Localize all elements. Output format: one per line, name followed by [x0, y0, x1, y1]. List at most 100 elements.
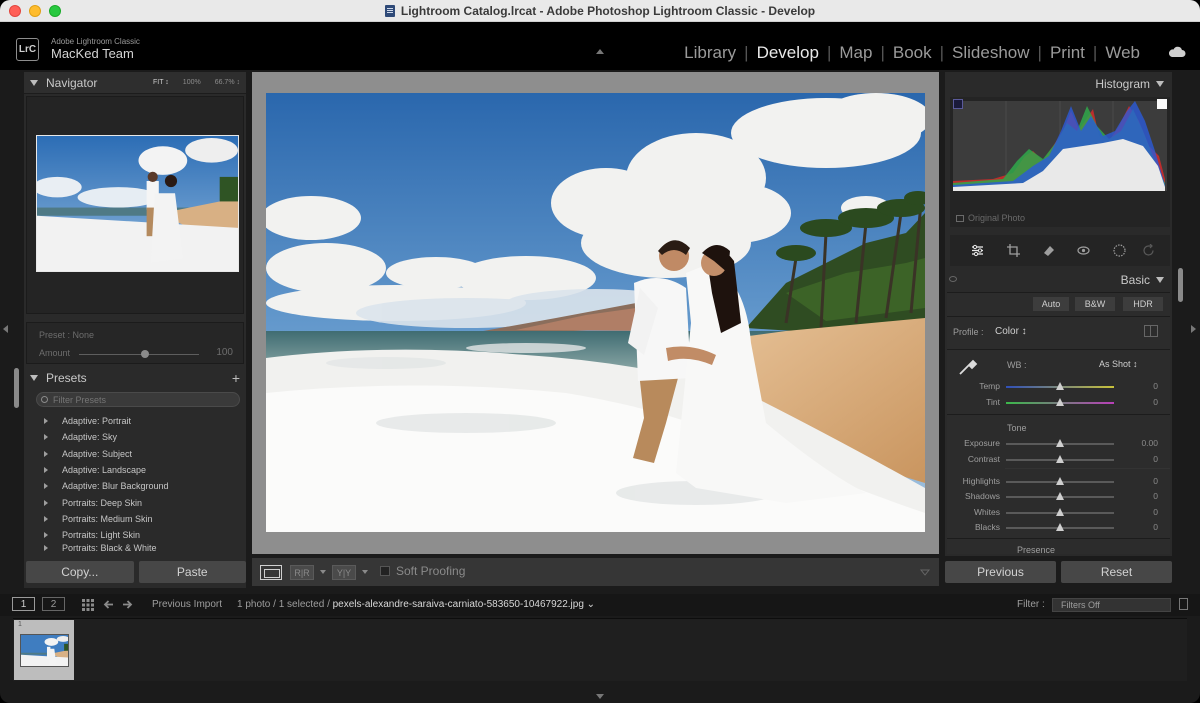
reset-tool-icon[interactable] [1142, 244, 1155, 257]
collapse-triangle-icon[interactable] [1156, 81, 1164, 87]
soft-proofing-checkbox[interactable] [380, 566, 390, 576]
disclosure-triangle-icon[interactable] [44, 434, 48, 441]
histogram-panel[interactable]: Original Photo [950, 97, 1170, 227]
forward-arrow-icon[interactable] [122, 599, 133, 610]
before-after-button[interactable]: Y|Y [332, 565, 356, 580]
collapse-triangle-icon[interactable] [30, 79, 38, 86]
preset-item[interactable]: Adaptive: Portrait [40, 413, 240, 429]
reference-view-button[interactable]: R|R [290, 565, 314, 580]
left-panel-scrollbar[interactable] [14, 368, 19, 408]
slider-knob[interactable] [1056, 508, 1064, 516]
disclosure-triangle-icon[interactable] [44, 515, 48, 522]
filter-presets-input[interactable] [36, 392, 240, 407]
eyedropper-icon[interactable] [957, 355, 979, 377]
selection-info[interactable]: 1 photo / 1 selected / pexels-alexandre-… [237, 599, 595, 610]
preset-item[interactable]: Portraits: Light Skin [40, 527, 240, 543]
histogram-graph[interactable] [953, 101, 1167, 191]
slider-value[interactable]: 0 [1153, 454, 1158, 464]
loupe-view-button[interactable] [260, 565, 282, 580]
preset-item[interactable]: Portraits: Black & White [40, 543, 240, 552]
filter-select[interactable]: Filters Off [1052, 598, 1171, 612]
right-panel-toggle-icon[interactable] [1191, 325, 1196, 333]
shadow-clipping-indicator[interactable] [953, 99, 963, 109]
preset-item[interactable]: Adaptive: Landscape [40, 462, 240, 478]
main-window-button[interactable]: 1 [12, 597, 35, 611]
preset-item[interactable]: Adaptive: Subject [40, 446, 240, 462]
filmstrip-thumbnail-cell[interactable]: 1 [14, 620, 74, 680]
slider-tint[interactable]: Tint 0 [947, 396, 1170, 410]
secondary-window-button[interactable]: 2 [42, 597, 65, 611]
navigator-preview[interactable] [26, 96, 244, 314]
grid-view-icon[interactable] [82, 599, 94, 611]
slider-knob[interactable] [1056, 439, 1064, 447]
zoom-custom-option[interactable]: 66.7% ↕ [215, 79, 240, 86]
slider-value[interactable]: 0 [1153, 522, 1158, 532]
bottom-panel-toggle-icon[interactable] [596, 694, 604, 699]
source-previous-import[interactable]: Previous Import [152, 599, 222, 610]
crop-icon[interactable] [1007, 244, 1020, 257]
bw-button[interactable]: B&W [1075, 297, 1115, 311]
chevron-down-icon[interactable] [320, 570, 326, 574]
add-preset-button[interactable]: + [232, 370, 240, 386]
slider-value[interactable]: 0 [1153, 381, 1158, 391]
disclosure-triangle-icon[interactable] [44, 499, 48, 506]
disclosure-triangle-icon[interactable] [44, 532, 48, 539]
selected-filename[interactable]: pexels-alexandre-saraiva-carniato-583650… [333, 599, 595, 610]
masking-icon[interactable] [1113, 244, 1126, 257]
amount-slider-knob[interactable] [141, 350, 149, 358]
slider-value[interactable]: 0 [1153, 507, 1158, 517]
slider-value[interactable]: 0 [1153, 476, 1158, 486]
preset-item[interactable]: Portraits: Deep Skin [40, 494, 240, 510]
image-canvas[interactable] [252, 72, 939, 554]
module-develop[interactable]: Develop [757, 43, 819, 63]
zoom-window-button[interactable] [49, 5, 61, 17]
disclosure-triangle-icon[interactable] [44, 545, 48, 552]
presets-header[interactable]: Presets + [24, 367, 246, 389]
slider-knob[interactable] [1056, 398, 1064, 406]
original-photo-row[interactable]: Original Photo [956, 213, 1025, 223]
slider-knob[interactable] [1056, 523, 1064, 531]
disclosure-triangle-icon[interactable] [44, 450, 48, 457]
right-panel-scrollbar[interactable] [1178, 268, 1183, 302]
preset-item[interactable]: Adaptive: Sky [40, 429, 240, 445]
slider-value[interactable]: 0 [1153, 397, 1158, 407]
disclosure-triangle-icon[interactable] [44, 418, 48, 425]
preset-item[interactable]: Portraits: Medium Skin [40, 511, 240, 527]
slider-value[interactable]: 0 [1153, 491, 1158, 501]
top-panel-toggle-icon[interactable] [596, 49, 604, 54]
highlight-clipping-indicator[interactable] [1157, 99, 1167, 109]
module-book[interactable]: Book [893, 43, 932, 63]
navigator-header[interactable]: Navigator FIT ↕ 100% 66.7% ↕ [24, 72, 246, 94]
red-eye-icon[interactable] [1077, 244, 1090, 257]
back-arrow-icon[interactable] [103, 599, 114, 610]
edit-sliders-icon[interactable] [971, 244, 984, 257]
zoom-100-option[interactable]: 100% [183, 79, 201, 86]
slider-blacks[interactable]: Blacks 0 [947, 521, 1170, 535]
previous-button[interactable]: Previous [945, 561, 1056, 583]
collapse-triangle-icon[interactable] [1156, 277, 1164, 283]
profile-select[interactable]: Color ↕ [995, 326, 1027, 337]
module-slideshow[interactable]: Slideshow [952, 43, 1030, 63]
hdr-button[interactable]: HDR [1123, 297, 1163, 311]
slider-whites[interactable]: Whites 0 [947, 506, 1170, 520]
slider-contrast[interactable]: Contrast 0 [947, 453, 1170, 467]
slider-exposure[interactable]: Exposure 0.00 [947, 437, 1170, 451]
slider-knob[interactable] [1056, 382, 1064, 390]
original-photo-checkbox[interactable] [956, 214, 964, 222]
navigator-thumbnail[interactable] [36, 135, 239, 272]
chevron-down-icon[interactable] [362, 570, 368, 574]
slider-knob[interactable] [1056, 455, 1064, 463]
minimize-window-button[interactable] [29, 5, 41, 17]
toolbar-content-dropdown-icon[interactable] [919, 566, 931, 578]
filmstrip[interactable]: 1 [13, 618, 1187, 681]
slider-highlights[interactable]: Highlights 0 [947, 475, 1170, 489]
module-print[interactable]: Print [1050, 43, 1085, 63]
copy-button[interactable]: Copy... [26, 561, 134, 583]
module-map[interactable]: Map [839, 43, 872, 63]
filmstrip-thumbnail[interactable] [20, 634, 69, 667]
profile-browser-grid-icon[interactable] [1144, 325, 1158, 337]
disclosure-triangle-icon[interactable] [44, 467, 48, 474]
slider-temp[interactable]: Temp 0 [947, 380, 1170, 394]
collapse-triangle-icon[interactable] [30, 375, 38, 381]
slider-knob[interactable] [1056, 492, 1064, 500]
